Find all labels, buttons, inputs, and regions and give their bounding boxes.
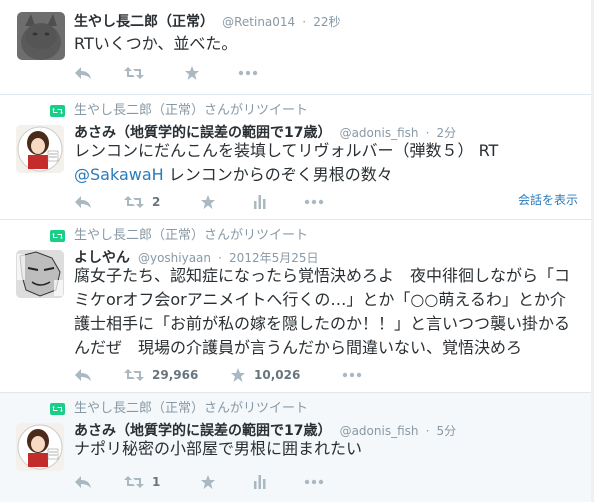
tweet[interactable]: 生やし長二郎（正常）さんがリツイート よしやん @yoshiyaan · 201… — [0, 220, 594, 393]
tweet-text: 腐女子たち、認知症になったら覚悟決めろよ 夜中徘徊しながら「コミケorオフ会or… — [74, 266, 571, 357]
star-icon — [185, 66, 199, 80]
star-icon — [231, 368, 245, 382]
tweet[interactable]: 生やし長二郎（正常） @Retina014 · 22秒 RTいくつか、並べた。 — [0, 0, 594, 95]
tweet[interactable]: 生やし長二郎（正常）さんがリツイート あさみ（地質学的に誤差の範囲で17歳） @… — [0, 95, 594, 220]
retweet-icon — [124, 67, 144, 79]
timeline: 生やし長二郎（正常） @Retina014 · 22秒 RTいくつか、並べた。 … — [0, 0, 594, 502]
more-button[interactable] — [238, 64, 258, 82]
avatar[interactable] — [16, 125, 64, 173]
avatar[interactable] — [16, 423, 64, 471]
retweet-count: 2 — [152, 195, 161, 209]
more-button[interactable] — [342, 366, 362, 384]
reply-icon — [75, 196, 91, 208]
analytics-button[interactable] — [254, 473, 266, 491]
reply-icon — [75, 476, 91, 488]
tweet-text-line: レンコンからのぞく男根の数々 — [163, 165, 393, 184]
retweet-button[interactable]: 29,966 — [124, 366, 198, 384]
separator-dot: · — [425, 126, 430, 140]
retweet-icon — [124, 369, 144, 381]
tweet[interactable]: 生やし長二郎（正常）さんがリツイート あさみ（地質学的に誤差の範囲で17歳） @… — [0, 393, 594, 502]
retweet-context-icon — [50, 105, 65, 117]
view-conversation-link[interactable]: 会話を表示 — [518, 191, 578, 208]
screen-name[interactable]: @adonis_fish — [340, 126, 419, 140]
like-button[interactable] — [184, 64, 200, 82]
screen-name[interactable]: @adonis_fish — [340, 424, 419, 438]
star-icon — [201, 195, 215, 209]
tweet-text-line: レンコンにだんこんを装填してリヴォルバー（弾数５） RT — [74, 141, 499, 160]
mention-link[interactable]: @SakawaH — [74, 165, 164, 184]
more-button[interactable] — [304, 193, 324, 211]
more-icon — [304, 199, 324, 205]
retweet-icon — [124, 476, 144, 488]
analytics-icon — [254, 195, 266, 209]
retweet-icon — [124, 196, 144, 208]
like-button[interactable] — [200, 193, 216, 211]
tweet-text: ナポリ秘密の小部屋で男根に囲まれたい — [74, 439, 363, 458]
like-button[interactable] — [200, 473, 216, 491]
reply-button[interactable] — [74, 193, 92, 211]
analytics-icon — [254, 475, 266, 489]
timestamp[interactable]: 5分 — [437, 424, 457, 438]
retweet-context[interactable]: 生やし長二郎（正常）さんがリツイート — [74, 103, 308, 119]
retweet-count: 29,966 — [152, 368, 199, 382]
screen-name[interactable]: @Retina014 — [222, 15, 295, 29]
like-count: 10,026 — [254, 368, 301, 382]
tweet-text: RTいくつか、並べた。 — [74, 34, 238, 53]
retweet-context-icon — [50, 403, 65, 415]
screen-name[interactable]: @yoshiyaan — [138, 251, 211, 265]
retweet-button[interactable]: 2 — [124, 193, 160, 211]
timestamp[interactable]: 22秒 — [313, 15, 340, 29]
reply-icon — [75, 67, 91, 79]
like-button[interactable]: 10,026 — [230, 366, 300, 384]
timestamp[interactable]: 2分 — [437, 126, 457, 140]
more-button[interactable] — [304, 473, 324, 491]
avatar[interactable] — [16, 250, 64, 298]
retweet-button[interactable]: 1 — [124, 473, 160, 491]
tweet-header: 生やし長二郎（正常） @Retina014 · 22秒 — [74, 12, 340, 31]
more-icon — [238, 70, 258, 76]
separator-dot: · — [425, 424, 430, 438]
reply-icon — [75, 369, 91, 381]
reply-button[interactable] — [74, 64, 92, 82]
user-name[interactable]: 生やし長二郎（正常） — [74, 14, 214, 30]
retweet-count: 1 — [152, 475, 161, 489]
star-icon — [201, 475, 215, 489]
avatar[interactable] — [17, 12, 65, 60]
analytics-button[interactable] — [254, 193, 266, 211]
retweet-context-icon — [50, 230, 65, 242]
more-icon — [342, 372, 362, 378]
timestamp[interactable]: 2012年5月25日 — [229, 251, 318, 265]
tweet-text: レンコンにだんこんを装填してリヴォルバー（弾数５） RT @SakawaH レン… — [74, 139, 586, 187]
separator-dot: · — [218, 251, 222, 265]
retweet-context[interactable]: 生やし長二郎（正常）さんがリツイート — [74, 228, 308, 244]
retweet-button[interactable] — [124, 64, 144, 82]
reply-button[interactable] — [74, 473, 92, 491]
separator-dot: · — [302, 15, 307, 29]
more-icon — [304, 479, 324, 485]
reply-button[interactable] — [74, 366, 92, 384]
retweet-context[interactable]: 生やし長二郎（正常）さんがリツイート — [74, 401, 308, 417]
